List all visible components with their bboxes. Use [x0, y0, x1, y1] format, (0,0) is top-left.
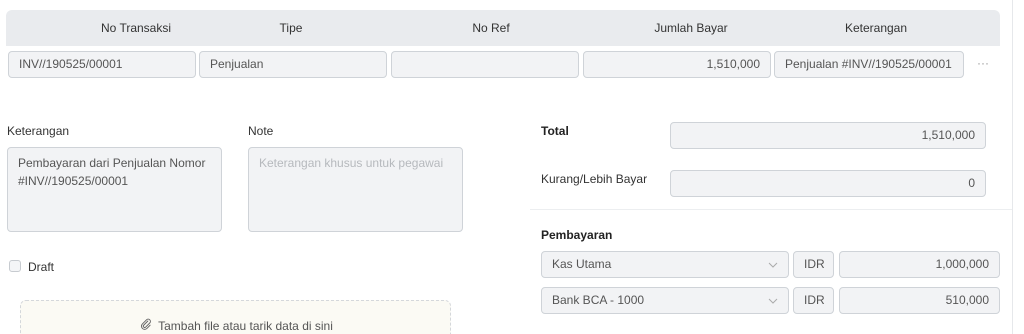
note-textarea[interactable]: Keterangan khusus untuk pegawai: [248, 147, 463, 232]
no-transaksi-field[interactable]: INV//190525/00001: [8, 51, 196, 78]
payment-amount-field[interactable]: 1,000,000: [839, 251, 1000, 278]
payment-currency-field[interactable]: IDR: [793, 251, 834, 278]
column-header-tipe: Tipe: [279, 21, 303, 35]
kurang-lebih-label: Kurang/Lebih Bayar: [541, 172, 648, 186]
file-dropzone[interactable]: Tambah file atau tarik data di sini: [20, 300, 451, 334]
payment-currency-field[interactable]: IDR: [793, 287, 834, 314]
payment-account-value: Kas Utama: [552, 257, 612, 271]
tipe-field[interactable]: Penjualan: [199, 51, 387, 78]
note-label: Note: [248, 124, 274, 138]
jumlah-bayar-field[interactable]: 1,510,000: [583, 51, 771, 78]
paperclip-icon: [140, 318, 152, 333]
no-ref-field[interactable]: [391, 51, 579, 78]
keterangan-textarea[interactable]: Pembayaran dari Penjualan Nomor #INV//19…: [7, 147, 222, 232]
payment-amount-field[interactable]: 510,000: [839, 287, 1000, 314]
chevron-down-icon: [768, 288, 778, 313]
pembayaran-label: Pembayaran: [541, 228, 613, 242]
draft-checkbox[interactable]: [9, 260, 21, 272]
panel-edge: [1012, 0, 1013, 334]
draft-label: Draft: [28, 260, 55, 274]
column-header-jumlah-bayar: Jumlah Bayar: [654, 21, 728, 35]
transactions-table-header: No Transaksi Tipe No Ref Jumlah Bayar Ke…: [6, 10, 1000, 46]
column-header-keterangan: Keterangan: [844, 21, 908, 35]
column-header-no-ref: No Ref: [472, 21, 510, 35]
summary-divider: [530, 209, 1012, 210]
column-header-no-transaksi: No Transaksi: [100, 21, 172, 35]
total-field[interactable]: 1,510,000: [670, 122, 986, 149]
upload-text: Tambah file atau tarik data di sini: [158, 318, 333, 333]
total-label: Total: [541, 124, 569, 138]
keterangan-label: Keterangan: [7, 124, 70, 138]
keterangan-row-field[interactable]: Penjualan #INV//190525/00001: [774, 51, 964, 78]
kurang-lebih-field[interactable]: 0: [670, 170, 986, 197]
chevron-down-icon: [768, 252, 778, 277]
payment-account-value: Bank BCA - 1000: [552, 293, 645, 307]
payment-account-select[interactable]: Kas Utama: [541, 251, 789, 278]
row-more-icon[interactable]: ···: [976, 51, 990, 78]
payment-account-select[interactable]: Bank BCA - 1000: [541, 287, 789, 314]
